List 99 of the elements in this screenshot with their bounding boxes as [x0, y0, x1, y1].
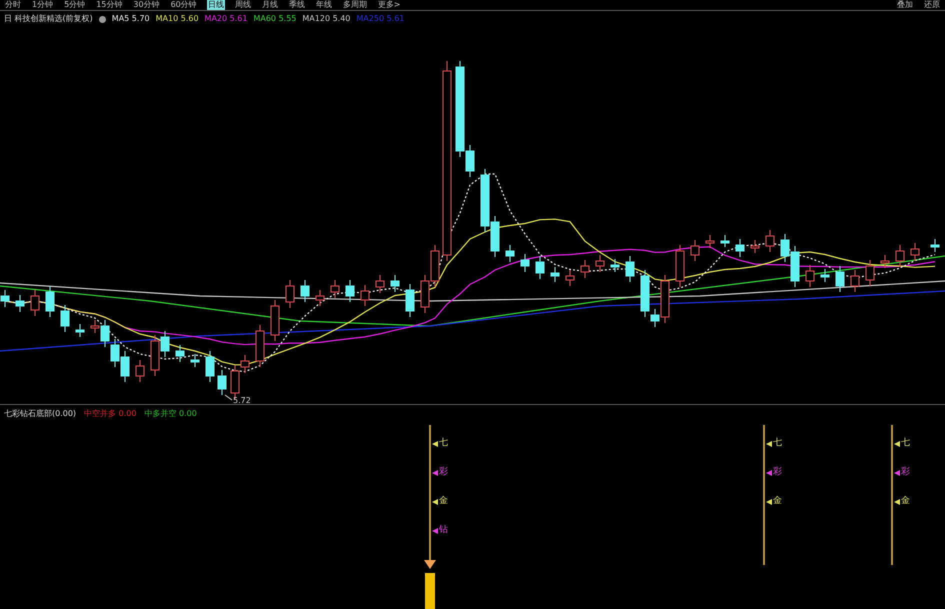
pointer-icon	[894, 441, 900, 447]
candlestick	[330, 280, 340, 298]
period-tab[interactable]: 60分钟	[170, 0, 198, 10]
period-tab[interactable]: 年线	[314, 0, 333, 10]
candlestick	[706, 234, 714, 248]
moving-average-label: MA10 5.60	[156, 13, 199, 25]
moving-average-label: MA5 5.70	[112, 13, 150, 25]
candlestick	[736, 238, 744, 258]
moving-average-label: MA250 5.61	[356, 13, 404, 25]
candlestick	[136, 360, 144, 382]
candlestick	[580, 260, 590, 278]
pointer-icon	[894, 470, 900, 476]
candlestick	[0, 290, 10, 308]
candlestick	[506, 244, 514, 262]
moving-average-label: MA60 5.55	[253, 13, 296, 25]
candlestick	[850, 270, 860, 292]
candlestick	[690, 240, 700, 262]
candlestick	[30, 290, 40, 316]
period-tab[interactable]: 日线	[206, 0, 225, 10]
pointer-icon	[894, 499, 900, 505]
indicator-title: 七彩钻石底部(0.00)	[4, 408, 76, 420]
signal-marker: 金	[439, 496, 448, 507]
candlestick	[406, 284, 414, 318]
pointer-icon	[766, 499, 772, 505]
toolbar-button[interactable]: 叠加	[896, 0, 914, 10]
candlestick	[766, 230, 774, 252]
candlestick	[76, 324, 84, 338]
indicator-value: 中空并多 0.00	[84, 408, 136, 420]
candlestick	[346, 280, 354, 302]
candlestick	[300, 280, 310, 302]
period-tab[interactable]: 更多>	[376, 0, 402, 10]
candlestick	[46, 286, 54, 318]
candlestick	[256, 324, 264, 368]
candlestick	[286, 280, 294, 308]
candlestick	[190, 354, 200, 368]
candlestick	[930, 238, 940, 252]
period-tab[interactable]: 月线	[260, 0, 279, 10]
toolbar-button[interactable]: 还原	[923, 0, 941, 10]
pointer-icon	[766, 441, 772, 447]
period-tab[interactable]: 15分钟	[95, 0, 124, 10]
candlestick	[120, 350, 130, 382]
signal-marker: 金	[773, 496, 782, 507]
pointer-icon	[432, 470, 438, 476]
candlestick	[176, 344, 184, 362]
candlestick	[270, 300, 280, 342]
signal-marker: 金	[901, 496, 910, 507]
candlestick	[16, 294, 24, 312]
signal-marker: 七	[773, 438, 782, 449]
candlestick	[206, 350, 214, 382]
candlestick	[910, 242, 920, 262]
pointer-icon	[432, 499, 438, 505]
candlestick	[536, 256, 544, 280]
moving-average-label: MA20 5.61	[204, 13, 248, 25]
candlestick	[520, 254, 530, 272]
period-tab[interactable]: 分时	[4, 0, 22, 10]
candlestick	[376, 274, 384, 294]
signal-marker: 钻	[439, 525, 448, 536]
pointer-icon	[432, 441, 438, 447]
period-tab[interactable]: 多周期	[342, 0, 368, 10]
candlestick	[820, 268, 830, 282]
chart-title: 日 科技创新精选(前复权)	[4, 13, 93, 25]
candlestick	[550, 266, 560, 282]
candlestick	[390, 274, 400, 292]
moving-average-label: MA120 5.40	[302, 13, 350, 25]
signal-marker: 七	[439, 438, 448, 449]
candlestick	[218, 370, 226, 396]
signal-marker: 彩	[773, 467, 782, 478]
candlestick	[626, 256, 634, 282]
candlestick	[750, 240, 760, 254]
candlestick	[880, 254, 890, 268]
candlestick	[316, 290, 324, 306]
period-tab[interactable]: 季线	[288, 0, 306, 10]
candlestick	[420, 274, 430, 314]
low-price-label: 5.72	[233, 396, 251, 404]
candlestick	[60, 304, 70, 332]
candlestick	[806, 264, 814, 288]
signal-marker: 七	[901, 438, 910, 449]
settings-dot-icon[interactable]	[98, 16, 106, 22]
period-tab[interactable]: 30分钟	[132, 0, 161, 10]
candlestick	[676, 244, 684, 288]
candlestick	[360, 284, 370, 306]
pointer-icon	[432, 528, 438, 534]
candlestick	[596, 254, 604, 272]
candlestick	[566, 270, 574, 286]
candlestick	[430, 244, 440, 288]
candlestick	[866, 260, 874, 286]
leader-line	[224, 394, 232, 400]
signal-marker: 彩	[439, 467, 448, 478]
period-tab[interactable]: 1分钟	[31, 0, 54, 10]
candlestick	[896, 244, 904, 268]
pointer-icon	[766, 470, 772, 476]
candlestick	[720, 234, 730, 248]
candlestick	[110, 338, 120, 368]
period-tab[interactable]: 周线	[234, 0, 252, 10]
signal-marker: 彩	[901, 467, 910, 478]
candlestick	[836, 266, 844, 292]
indicator-value: 中多并空 0.00	[144, 408, 197, 420]
period-tab[interactable]: 5分钟	[63, 0, 86, 10]
candlestick	[610, 258, 620, 272]
